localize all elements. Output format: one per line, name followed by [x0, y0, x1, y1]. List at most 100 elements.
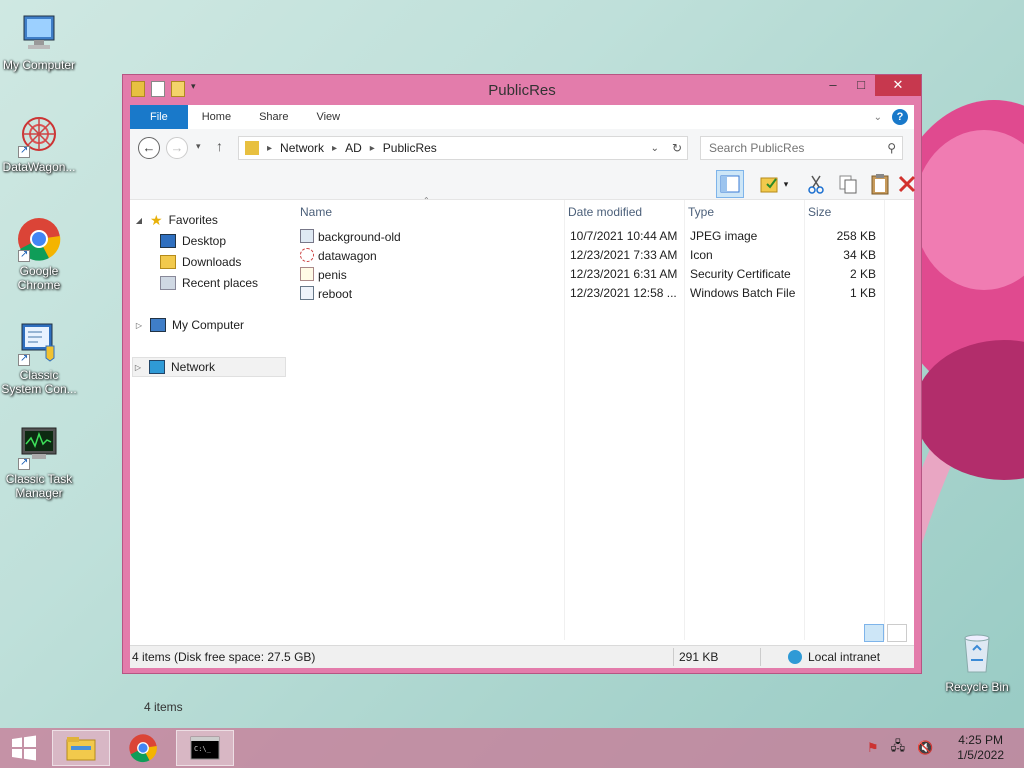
status-selection-size: 291 KB: [679, 650, 719, 664]
tab-file[interactable]: File: [130, 105, 188, 129]
column-header-name[interactable]: Name: [296, 200, 564, 224]
items-count: 4 items: [144, 700, 183, 714]
details-view-button[interactable]: [864, 624, 884, 642]
forward-button[interactable]: →: [166, 137, 188, 159]
nav-network-label: Network: [171, 360, 216, 374]
computer-icon: [150, 318, 166, 332]
breadcrumb-publicres[interactable]: PublicRes: [383, 141, 437, 155]
tab-share[interactable]: Share: [245, 105, 302, 129]
nav-recent-places[interactable]: Recent places: [160, 273, 258, 293]
navigation-pane: ◢ ★ Favorites Desktop Downloads Recent p…: [130, 200, 290, 645]
explorer-window: ▾ PublicRes – □ ✕ File Home Share View ⌄…: [122, 74, 922, 714]
desktop-icon-classic-task-manager[interactable]: Classic Task Manager: [0, 424, 78, 500]
network-status-icon[interactable]: 🖧: [891, 737, 906, 759]
status-zone-label: Local intranet: [808, 650, 881, 664]
large-icons-view-button[interactable]: [887, 624, 907, 642]
status-zone: Local intranet: [788, 650, 880, 664]
table-row[interactable]: datawagon 12/23/2021 7:33 AM Icon 34 KB: [296, 246, 914, 265]
desktop-icon-my-computer[interactable]: My Computer: [0, 10, 78, 72]
ribbon-tabs: File Home Share View ⌄ ?: [130, 105, 914, 129]
chrome-icon: [16, 216, 62, 262]
nav-favorites-label: Favorites: [168, 213, 218, 227]
window-controls: – □ ✕: [819, 75, 921, 96]
folder-check-icon: [760, 177, 778, 193]
address-bar[interactable]: ▸ Network ▸ AD ▸ PublicRes ⌄: [238, 136, 688, 160]
expand-ribbon-icon[interactable]: ⌄: [874, 112, 882, 123]
column-header-type[interactable]: Type: [684, 200, 804, 224]
taskbar-command-prompt[interactable]: C:\_: [176, 730, 234, 766]
desktop-icon-classic-system-control[interactable]: Classic System Con...: [0, 320, 78, 396]
file-size: 1 KB: [849, 286, 876, 300]
tab-home[interactable]: Home: [188, 105, 245, 129]
command-prompt-icon: C:\_: [190, 736, 220, 760]
up-button[interactable]: ↑: [216, 138, 223, 154]
start-button[interactable]: [0, 730, 48, 766]
table-row[interactable]: background-old 10/7/2021 10:44 AM JPEG i…: [296, 227, 914, 246]
table-row[interactable]: penis 12/23/2021 6:31 AM Security Certif…: [296, 265, 914, 284]
breadcrumb-network[interactable]: Network: [280, 141, 324, 155]
close-button[interactable]: ✕: [875, 75, 921, 96]
search-icon[interactable]: ⚲: [887, 141, 896, 155]
nav-network[interactable]: ▷ Network: [132, 357, 286, 377]
file-explorer-icon: [66, 737, 96, 761]
chrome-icon: [129, 734, 157, 763]
maximize-button[interactable]: □: [847, 75, 875, 96]
task-manager-icon: [16, 424, 62, 470]
breadcrumb-ad[interactable]: AD: [345, 141, 362, 155]
file-date: 10/7/2021 10:44 AM: [570, 229, 678, 243]
file-date: 12/23/2021 7:33 AM: [570, 248, 678, 262]
file-type: Icon: [690, 248, 713, 262]
nav-desktop[interactable]: Desktop: [160, 231, 226, 251]
nav-desktop-label: Desktop: [182, 234, 227, 248]
action-center-flag-icon[interactable]: ⚑: [867, 740, 879, 756]
expanded-triangle-icon[interactable]: ◢: [134, 216, 144, 225]
recent-locations-chevron-icon[interactable]: ▾: [196, 141, 201, 152]
datawagon-icon: [16, 112, 62, 158]
preview-pane-icon: [720, 175, 740, 193]
taskbar-chrome[interactable]: [114, 730, 172, 766]
column-header-size[interactable]: Size: [804, 200, 884, 224]
system-tray: ⚑ 🖧 🔇 4:25 PM 1/5/2022: [867, 728, 1024, 768]
file-type: Windows Batch File: [690, 286, 796, 300]
nav-my-computer[interactable]: ▷ My Computer: [134, 315, 244, 335]
nav-downloads-label: Downloads: [182, 255, 242, 269]
batch-file-icon: [300, 286, 314, 300]
file-size: 2 KB: [849, 267, 876, 281]
clock[interactable]: 4:25 PM 1/5/2022: [957, 733, 1004, 763]
nav-downloads[interactable]: Downloads: [160, 252, 241, 272]
file-type: Security Certificate: [690, 267, 791, 281]
taskbar-file-explorer[interactable]: [52, 730, 110, 766]
network-location-icon: [245, 141, 259, 155]
taskbar: C:\_ ⚑ 🖧 🔇 4:25 PM 1/5/2022: [0, 728, 1024, 768]
explorer-client: ← → ▾ ↑ ▸ Network ▸ AD ▸ PublicRes ⌄ ↻ ⚲: [130, 129, 916, 714]
desktop-icon-datawagon[interactable]: DataWagon...: [0, 112, 78, 174]
desktop-icon: [160, 234, 176, 248]
back-button[interactable]: ←: [138, 137, 160, 159]
minimize-button[interactable]: –: [819, 75, 847, 96]
search-input[interactable]: [709, 141, 879, 155]
certificate-file-icon: [300, 267, 314, 281]
table-row[interactable]: reboot 12/23/2021 12:58 ... Windows Batc…: [296, 284, 914, 303]
search-box[interactable]: ⚲: [700, 136, 903, 160]
collapsed-triangle-icon[interactable]: ▷: [134, 321, 144, 330]
collapsed-triangle-icon[interactable]: ▷: [133, 363, 143, 372]
address-dropdown-icon[interactable]: ⌄: [651, 143, 659, 154]
title-bar[interactable]: ▾ PublicRes – □ ✕: [123, 75, 921, 105]
folder-menu-dropdown[interactable]: ▾: [780, 170, 792, 198]
volume-muted-icon[interactable]: 🔇: [917, 740, 933, 756]
file-date: 12/23/2021 6:31 AM: [570, 267, 678, 281]
tab-view[interactable]: View: [302, 105, 354, 129]
desktop-icon-label: My Computer: [2, 58, 76, 72]
desktop-icon-recycle-bin[interactable]: Recycle Bin: [940, 630, 1014, 694]
column-header-date-modified[interactable]: Date modified: [564, 200, 684, 224]
desktop-icon-google-chrome[interactable]: Google Chrome: [0, 216, 78, 292]
file-type: JPEG image: [690, 229, 758, 243]
preview-pane-button[interactable]: [716, 170, 744, 198]
refresh-button[interactable]: ↻: [666, 136, 688, 160]
nav-favorites[interactable]: ◢ ★ Favorites: [134, 210, 218, 230]
file-name: reboot: [318, 287, 353, 301]
recycle-bin-icon: [957, 630, 997, 676]
help-icon[interactable]: ?: [892, 109, 908, 125]
file-list: ⌃ Name Date modified Type Size backgroun…: [296, 196, 914, 645]
file-size: 34 KB: [843, 248, 876, 262]
